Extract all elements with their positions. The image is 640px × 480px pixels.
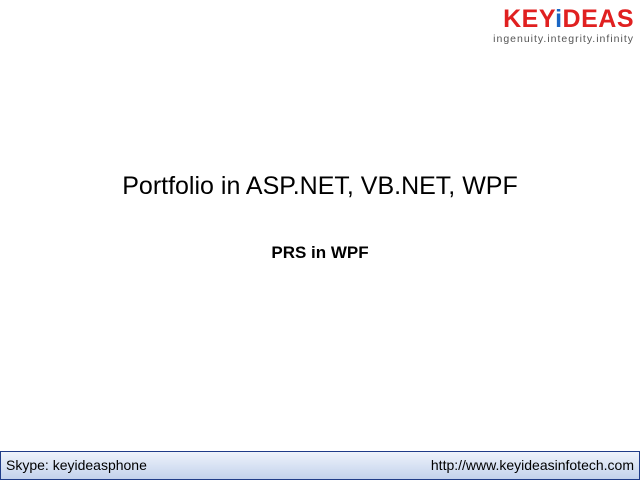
footer-bar: Skype: keyideasphone http://www.keyideas… bbox=[0, 451, 640, 480]
footer-skype: Skype: keyideasphone bbox=[6, 457, 147, 473]
slide-title: Portfolio in ASP.NET, VB.NET, WPF bbox=[122, 172, 518, 200]
logo-wordmark: KEYiDEAS bbox=[503, 5, 634, 33]
logo-tagline: ingenuity.integrity.infinity bbox=[493, 33, 634, 45]
slide-subtitle: PRS in WPF bbox=[271, 243, 369, 262]
footer-website-link[interactable]: http://www.keyideasinfotech.com bbox=[431, 457, 634, 474]
brand-logo: KEYiDEAS ingenuity.integrity.infinity bbox=[484, 6, 634, 46]
